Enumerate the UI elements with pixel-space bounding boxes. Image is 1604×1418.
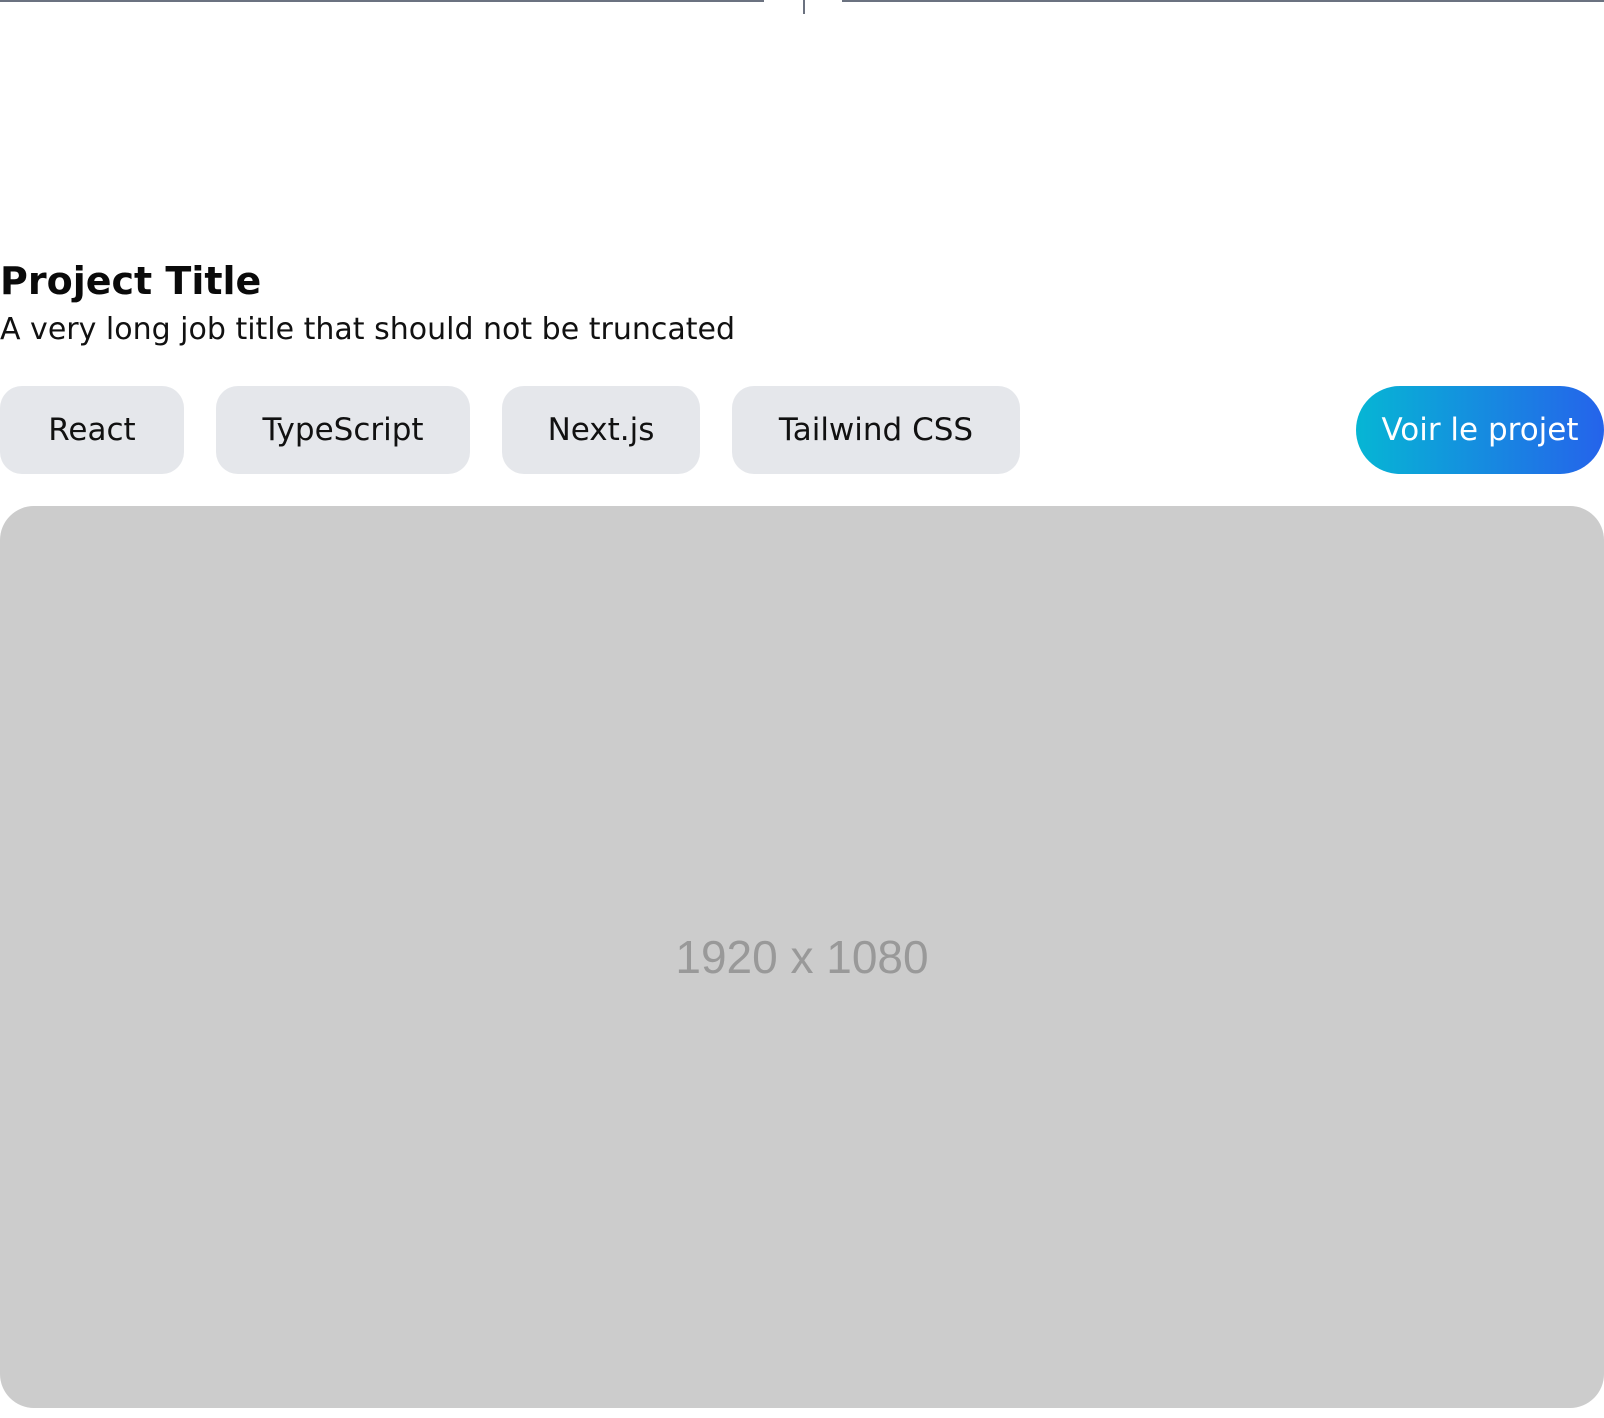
view-project-button[interactable]: Voir le projet [1356, 386, 1604, 474]
tag-typescript: TypeScript [216, 386, 470, 474]
tag-tailwind-css: Tailwind CSS [732, 386, 1020, 474]
tag-react: React [0, 386, 184, 474]
project-subtitle: A very long job title that should not be… [0, 312, 735, 347]
tech-tags-row: React TypeScript Next.js Tailwind CSS Vo… [0, 386, 1604, 474]
tag-nextjs: Next.js [502, 386, 700, 474]
top-divider-right [842, 0, 1604, 2]
project-image-placeholder: 1920 x 1080 [0, 506, 1604, 1408]
image-placeholder-label: 1920 x 1080 [675, 931, 929, 983]
project-title: Project Title [0, 259, 262, 303]
top-divider-left [0, 0, 764, 2]
top-divider-tick [803, 0, 805, 14]
